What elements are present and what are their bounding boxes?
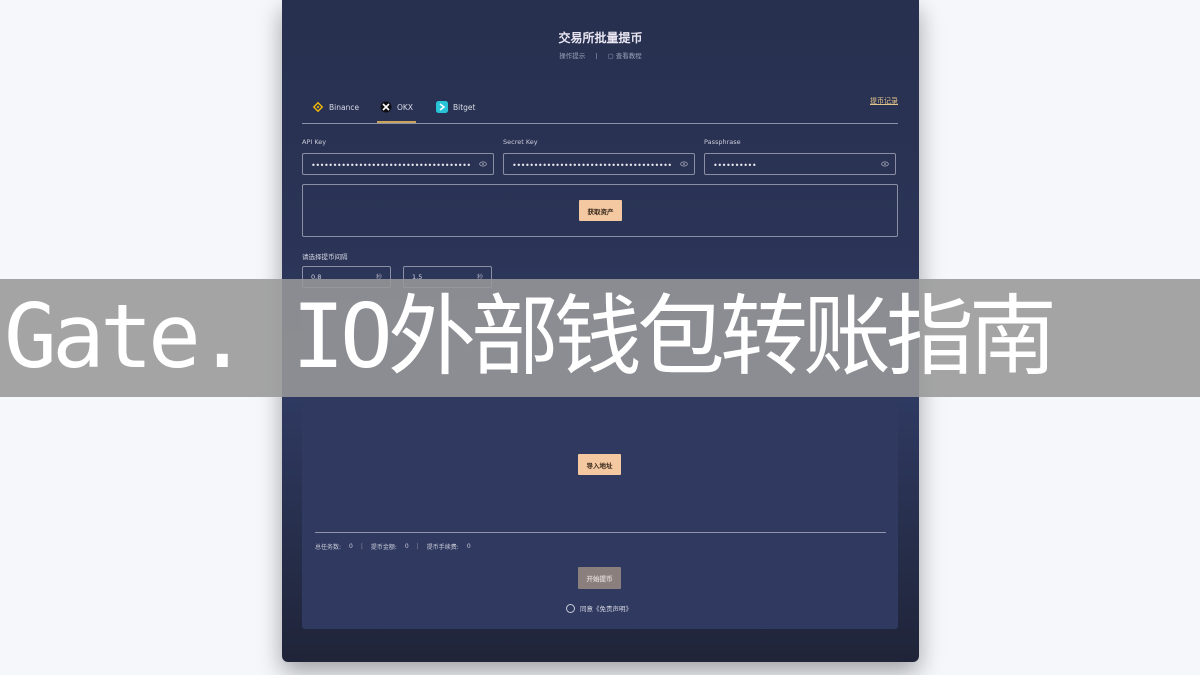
withdraw-record-link[interactable]: 提币记录 [870, 96, 898, 106]
api-key-input[interactable] [309, 154, 473, 176]
tab-binance[interactable]: Binance [312, 92, 359, 122]
interval-label: 请选择提币间隔 [302, 253, 348, 261]
fee-label: 提币手续费: [426, 544, 459, 551]
okx-icon [380, 101, 392, 113]
tutorial-link-label: 查看教程 [615, 52, 642, 60]
get-assets-button[interactable]: 获取资产 [579, 200, 622, 221]
api-key-field [302, 153, 494, 176]
agree-radio[interactable] [566, 603, 575, 613]
total-tasks-label: 总任务数: [315, 544, 342, 551]
bitget-icon [436, 101, 448, 113]
agree-row: 同意《免责声明》 [566, 603, 632, 613]
amount-value: 0 [404, 543, 409, 550]
eye-icon[interactable] [479, 160, 487, 168]
stats-row: 总任务数: 0 | 提币金额: 0 | 提币手续费: 0 [315, 542, 471, 551]
amount-label: 提币金额: [370, 544, 397, 551]
header-divider: | [595, 52, 598, 60]
stats-divider: | [416, 543, 419, 550]
banner-title: Gate. IO外部钱包转账指南 [4, 285, 1057, 388]
guide-link[interactable]: 操作提示 [559, 52, 585, 60]
assets-box: 获取资产 [302, 184, 898, 237]
secret-key-input[interactable] [510, 154, 674, 176]
eye-icon[interactable] [680, 160, 688, 168]
secret-key-field [503, 153, 695, 176]
secret-key-label: Secret Key [503, 138, 538, 146]
passphrase-field [704, 153, 896, 176]
binance-icon [312, 101, 324, 113]
address-divider [315, 532, 886, 533]
tab-bitget[interactable]: Bitget [436, 92, 476, 122]
total-tasks-value: 0 [349, 543, 353, 550]
eye-icon[interactable] [881, 160, 889, 168]
start-withdraw-button[interactable]: 开始提币 [578, 567, 621, 589]
agree-text[interactable]: 同意《免责声明》 [580, 603, 632, 613]
passphrase-input[interactable] [711, 154, 875, 176]
tab-okx[interactable]: OKX [377, 92, 416, 123]
passphrase-label: Passphrase [704, 138, 741, 146]
stats-divider: | [360, 543, 363, 550]
page-title: 交易所批量提币 [558, 31, 643, 45]
api-key-label: API Key [302, 138, 327, 146]
fee-value: 0 [466, 543, 471, 550]
tab-label: Binance [329, 102, 360, 112]
tab-divider [302, 123, 898, 124]
header-links: 操作提示 | ▢ 查看教程 [282, 50, 919, 60]
document-icon: ▢ [607, 52, 614, 60]
tab-label: Bitget [453, 102, 476, 112]
tutorial-link[interactable]: ▢ 查看教程 [608, 52, 642, 60]
import-address-button[interactable]: 导入地址 [578, 454, 621, 475]
tab-label: OKX [397, 102, 413, 112]
